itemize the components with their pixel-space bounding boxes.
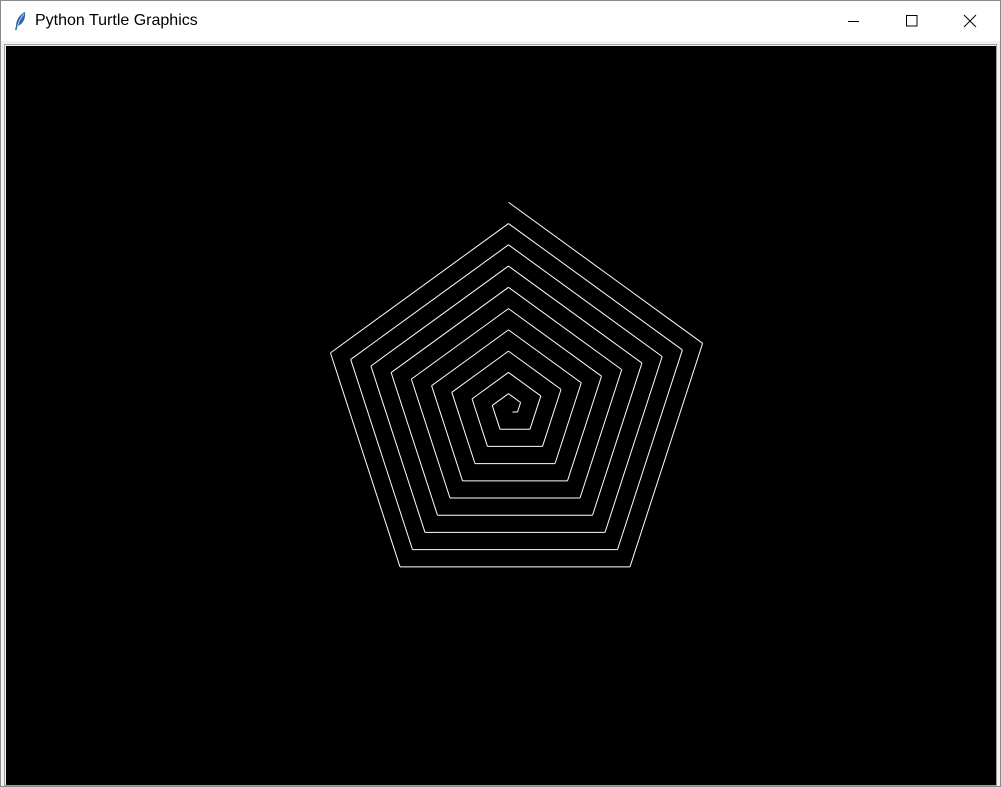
minimize-button[interactable] xyxy=(825,1,883,41)
maximize-button[interactable] xyxy=(883,1,941,41)
minimize-icon xyxy=(848,21,859,22)
canvas-frame xyxy=(4,44,997,786)
turtle-window: Python Turtle Graphics xyxy=(0,0,1001,787)
canvas-background xyxy=(6,46,996,785)
feather-icon xyxy=(12,11,30,31)
close-icon xyxy=(963,14,977,28)
maximize-icon xyxy=(906,15,918,27)
close-button[interactable] xyxy=(941,1,999,41)
turtle-canvas[interactable] xyxy=(6,46,996,785)
title-bar[interactable]: Python Turtle Graphics xyxy=(1,1,1000,41)
window-title: Python Turtle Graphics xyxy=(35,12,198,29)
